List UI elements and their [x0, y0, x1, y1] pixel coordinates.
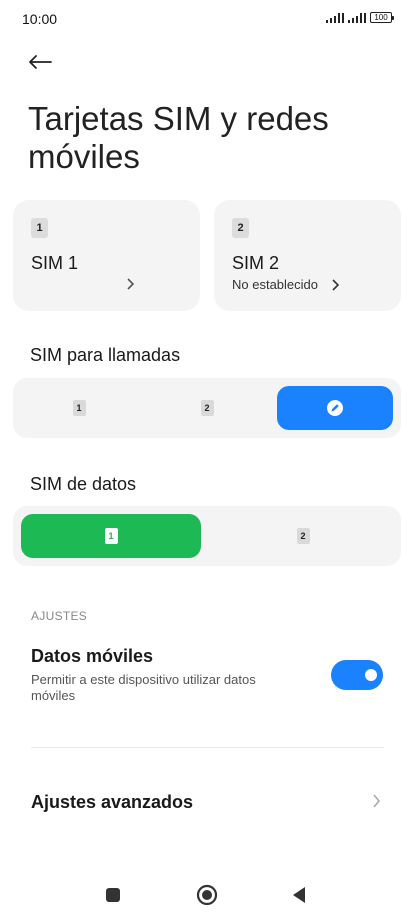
sim-card-2[interactable]: 2 SIM 2 No establecido	[214, 200, 401, 311]
chevron-right-icon	[126, 277, 135, 293]
status-time: 10:00	[22, 11, 58, 27]
arrow-left-icon	[29, 55, 52, 69]
triangle-back-icon[interactable]	[288, 884, 310, 906]
back-button[interactable]	[22, 44, 58, 80]
data-option-sim-1[interactable]: 1	[21, 514, 201, 558]
status-bar: 10:00 100	[0, 0, 414, 38]
calls-section-label: SIM para llamadas	[30, 345, 181, 365]
data-section-label: SIM de datos	[30, 474, 137, 494]
sim-2-badge: 2	[232, 218, 249, 238]
pencil-icon	[327, 400, 343, 416]
square-recents-icon[interactable]	[102, 884, 124, 906]
calls-option-sim-1[interactable]: 1	[21, 386, 137, 430]
calls-option-sim-2[interactable]: 2	[149, 386, 265, 430]
battery-icon: 100	[370, 12, 394, 23]
signal-icon	[326, 12, 344, 23]
page-title: Tarjetas SIM y redes móviles	[28, 100, 329, 175]
chevron-right-icon	[372, 793, 381, 814]
chevron-right-icon	[331, 278, 340, 294]
advanced-settings-title[interactable]: Ajustes avanzados	[31, 792, 193, 813]
sim-2-badge: 2	[296, 528, 310, 544]
data-sim-selector: 1 2	[13, 506, 401, 566]
sim-2-status: No establecido	[232, 277, 318, 292]
sim-2-name: SIM 2	[232, 253, 280, 273]
status-icons: 100	[326, 12, 394, 23]
sim-1-name: SIM 1	[31, 253, 79, 273]
sim-1-badge: 1	[72, 400, 86, 416]
data-option-sim-2[interactable]: 2	[213, 514, 393, 558]
sim-1-badge: 1	[104, 528, 118, 544]
divider	[31, 747, 384, 748]
navigation-bar	[0, 870, 414, 920]
calls-option-ask-always[interactable]	[277, 386, 393, 430]
calls-sim-selector: 1 2	[13, 378, 401, 438]
signal-icon-2	[348, 12, 366, 23]
settings-section-label: AJUSTES	[31, 609, 88, 623]
sim-1-badge: 1	[31, 218, 48, 238]
sim-2-badge: 2	[200, 400, 214, 416]
mobile-data-title: Datos móviles	[31, 646, 154, 666]
circle-home-icon[interactable]	[196, 884, 218, 906]
mobile-data-toggle[interactable]	[331, 660, 383, 690]
mobile-data-description: Permitir a este dispositivo utilizar dat…	[31, 672, 256, 703]
toggle-knob	[365, 669, 377, 681]
sim-card-1[interactable]: 1 SIM 1	[13, 200, 200, 311]
